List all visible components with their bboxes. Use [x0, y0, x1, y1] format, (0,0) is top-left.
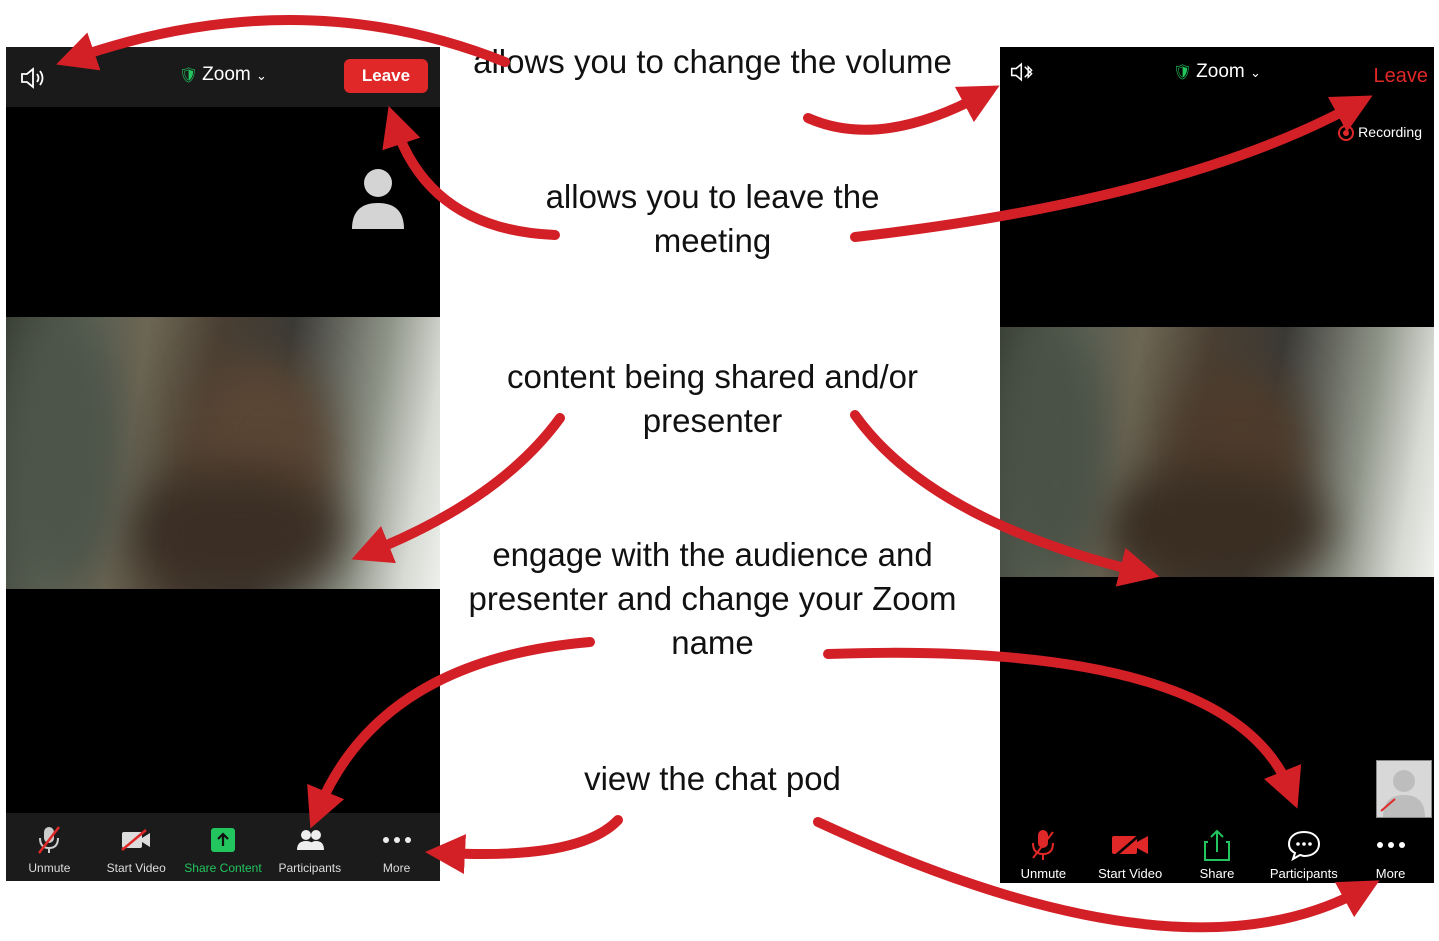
more-button[interactable]: More	[353, 813, 440, 881]
avatar-icon	[1380, 770, 1425, 817]
recording-dot-icon	[1338, 125, 1355, 142]
share-button[interactable]: Share	[1174, 821, 1261, 883]
left-phone-screen: 🛡 Zoom ⌄ Leave Unmute Start Video Share C…	[6, 47, 440, 881]
chevron-down-icon: ⌄	[1250, 65, 1261, 80]
microphone-muted-icon	[1032, 830, 1055, 860]
share-content-label: Share Content	[184, 861, 262, 875]
chat-bubble-icon	[1287, 830, 1320, 861]
meeting-toolbar: Unmute Start Video Share Content Partici…	[6, 813, 440, 881]
recording-indicator: Recording	[1338, 124, 1422, 142]
meeting-toolbar: Unmute Start Video Share Participants Mo…	[1000, 821, 1434, 883]
leave-button[interactable]: Leave	[344, 59, 428, 93]
shield-icon: 🛡	[1173, 64, 1193, 81]
shared-video	[1000, 327, 1434, 577]
share-label: Share	[1199, 866, 1235, 881]
participants-icon	[296, 830, 324, 850]
share-content-button[interactable]: Share Content	[180, 813, 267, 881]
arrow-volume-right	[803, 85, 1000, 135]
participants-button[interactable]: Participants	[266, 813, 353, 881]
shield-icon: 🛡	[179, 67, 199, 84]
more-dots-icon	[382, 837, 411, 843]
participants-label: Participants	[1269, 866, 1338, 881]
microphone-muted-icon	[38, 826, 61, 854]
callout-volume: allows you to change the volume	[473, 43, 952, 80]
start-video-button[interactable]: Start Video	[1087, 821, 1174, 883]
unmute-button[interactable]: Unmute	[6, 813, 93, 881]
participants-label: Participants	[278, 861, 342, 875]
more-button[interactable]: More	[1347, 821, 1434, 883]
shared-video	[6, 317, 440, 589]
recording-label: Recording	[1358, 124, 1422, 140]
unmute-label: Unmute	[28, 861, 71, 875]
meeting-title-label: Zoom	[202, 64, 251, 85]
meeting-title[interactable]: 🛡 Zoom ⌄	[1000, 61, 1434, 83]
callout-leave: allows you to leave the meeting	[545, 178, 880, 259]
video-camera-off-icon	[121, 829, 151, 851]
right-phone-screen: 🛡 Zoom ⌄ Leave Recording Unmute Start Vid…	[1000, 47, 1434, 883]
avatar-icon	[352, 169, 404, 229]
start-video-label: Start Video	[106, 861, 166, 875]
unmute-label: Unmute	[1020, 866, 1067, 881]
self-view-thumbnail[interactable]	[1376, 760, 1432, 818]
top-bar: 🛡 Zoom ⌄ Leave	[6, 47, 440, 107]
callout-engage: engage with the audience and presenter a…	[468, 536, 957, 661]
start-video-button[interactable]: Start Video	[93, 813, 180, 881]
leave-button[interactable]: Leave	[1374, 59, 1429, 93]
unmute-button[interactable]: Unmute	[1000, 821, 1087, 883]
share-up-arrow-icon	[1203, 829, 1230, 861]
video-camera-off-icon	[1112, 832, 1149, 858]
top-bar: 🛡 Zoom ⌄ Leave	[1000, 47, 1434, 99]
start-video-label: Start Video	[1098, 866, 1163, 881]
callout-chat: view the chat pod	[584, 760, 841, 797]
arrow-chat-left	[425, 815, 623, 875]
share-up-arrow-icon	[210, 828, 235, 852]
chevron-down-icon: ⌄	[256, 68, 267, 83]
more-label: More	[382, 861, 411, 875]
meeting-title-label: Zoom	[1196, 61, 1245, 82]
more-label: More	[1375, 866, 1406, 881]
more-dots-icon	[1376, 842, 1405, 848]
participants-button[interactable]: Participants	[1260, 821, 1347, 883]
callout-content: content being shared and/or presenter	[507, 358, 918, 439]
